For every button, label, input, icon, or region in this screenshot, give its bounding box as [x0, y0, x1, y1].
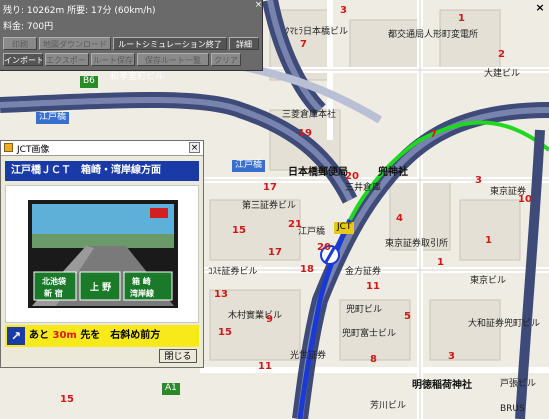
svg-text:北池袋: 北池袋: [42, 276, 67, 286]
place-label: 兜神社: [378, 167, 408, 178]
place-label: 日本橋郵便局: [288, 167, 348, 178]
route-simulation-end-button[interactable]: ルートシミュレーション終了: [113, 37, 227, 50]
guide-prefix: あと: [29, 330, 49, 341]
place-label: 東京証券取引所: [385, 239, 449, 249]
place-label: 金方証券: [345, 267, 382, 277]
block-number: 7: [430, 129, 437, 140]
place-label: 第三証券ビル: [242, 201, 297, 211]
app-icon: [4, 143, 13, 152]
place-label: 大和証券兜町ビル: [468, 319, 541, 329]
detail-button[interactable]: 詳細: [229, 37, 259, 50]
block-number: 1: [458, 13, 465, 24]
block-number: 3: [475, 175, 482, 186]
route-save-button[interactable]: ルート保存: [91, 53, 135, 66]
block-number: 3: [340, 5, 347, 16]
road-label: 江戸橋: [232, 160, 266, 172]
place-label: 三菱倉庫本社: [282, 110, 337, 120]
block-number: 15: [232, 225, 246, 236]
map-download-button[interactable]: 地図ダウンロード: [39, 37, 111, 50]
block-number: 13: [214, 289, 228, 300]
place-label: 江戸橋: [298, 227, 326, 237]
jct-header: 江戸橋ＪＣＴ 箱崎・湾岸線方面: [5, 161, 199, 181]
import-button[interactable]: インポート: [3, 53, 43, 66]
guide-suffix: 先を 右斜め前方: [80, 330, 161, 341]
block-number: 7: [300, 39, 307, 50]
block-number: 11: [366, 281, 380, 292]
guidance-bar: ↗ あと 30m 先を 右斜め前方: [5, 325, 199, 347]
block-number: 4: [396, 213, 403, 224]
block-number: 15: [218, 327, 232, 338]
guide-distance: 30m: [52, 330, 77, 341]
jct-label: JCT: [334, 222, 355, 234]
block-number: 2: [498, 49, 505, 60]
road-label: 江戸橋: [36, 112, 70, 124]
export-button[interactable]: エクスポート: [45, 53, 89, 66]
block-number: 17: [263, 182, 277, 193]
dialog-close-button[interactable]: 閉じる: [159, 349, 197, 363]
block-number: 15: [60, 394, 74, 405]
svg-text:箱 崎: 箱 崎: [132, 276, 151, 286]
place-label: 都交通局人形町変電所: [388, 30, 479, 40]
place-label: 光世証券: [290, 351, 327, 361]
place-label: 和孝室町ビル: [110, 72, 165, 82]
remaining-distance-text: 残り: 10262m 所要: 17分 (60km/h): [3, 6, 156, 16]
svg-text:湾岸線: 湾岸線: [130, 288, 154, 298]
info-close-button[interactable]: ×: [254, 1, 263, 10]
block-number: 21: [288, 219, 302, 230]
block-number: 9: [266, 314, 273, 325]
block-number: 18: [300, 264, 314, 275]
jct-image-dialog: JCT画像 × 江戸橋ＪＣＴ 箱崎・湾岸線方面 北池袋 新 宿 上 野 箱 崎 …: [0, 140, 204, 368]
block-number: 20: [345, 171, 359, 182]
place-label: ｺｽﾓ証券ビル: [208, 267, 258, 277]
dialog-title: JCT画像: [17, 145, 50, 155]
route-label: A1: [162, 383, 180, 395]
place-label: 大建ビル: [484, 69, 521, 79]
place-label: ｸﾏﾋﾗ日本橋ビル: [285, 27, 349, 37]
place-label: 兜町富士ビル: [342, 329, 397, 339]
jct-illustration: 北池袋 新 宿 上 野 箱 崎 湾岸線: [6, 186, 198, 322]
turn-right-icon: ↗: [7, 327, 25, 345]
block-number: 3: [448, 351, 455, 362]
block-number: 1: [437, 257, 444, 268]
block-number: 17: [268, 247, 282, 258]
route-label: B6: [80, 76, 98, 88]
svg-text:新 宿: 新 宿: [44, 288, 63, 298]
place-label: 東京ビル: [470, 276, 507, 286]
route-info-panel: 残り: 10262m 所要: 17分 (60km/h) 料金: 700円 印刷 …: [0, 0, 263, 71]
place-label: BRUS: [500, 404, 525, 414]
block-number: 19: [298, 128, 312, 139]
place-label: 兜町ビル: [346, 305, 383, 315]
place-label: 明徳稲荷神社: [412, 380, 472, 391]
clear-button[interactable]: クリア: [211, 53, 241, 66]
map-close-button[interactable]: ×: [534, 2, 546, 13]
saved-routes-button[interactable]: 保存ルート一覧: [137, 53, 209, 66]
block-number: 1: [485, 235, 492, 246]
block-number: 10: [518, 194, 532, 205]
place-label: 三井倉庫: [345, 183, 382, 193]
place-label: 戸張ビル: [500, 379, 537, 389]
jct-picture: 北池袋 新 宿 上 野 箱 崎 湾岸線: [5, 185, 199, 323]
toll-text: 料金: 700円: [3, 22, 54, 32]
block-number: 20: [317, 242, 331, 253]
place-label: 木村實業ビル: [228, 311, 283, 321]
block-number: 8: [370, 354, 377, 365]
dialog-titlebar[interactable]: JCT画像 ×: [1, 141, 203, 156]
block-number: 11: [258, 361, 272, 372]
place-label: 芳川ビル: [370, 401, 407, 411]
dialog-close-icon[interactable]: ×: [189, 142, 200, 153]
block-number: 5: [404, 311, 411, 322]
svg-text:上 野: 上 野: [90, 281, 111, 293]
print-button[interactable]: 印刷: [3, 37, 37, 50]
